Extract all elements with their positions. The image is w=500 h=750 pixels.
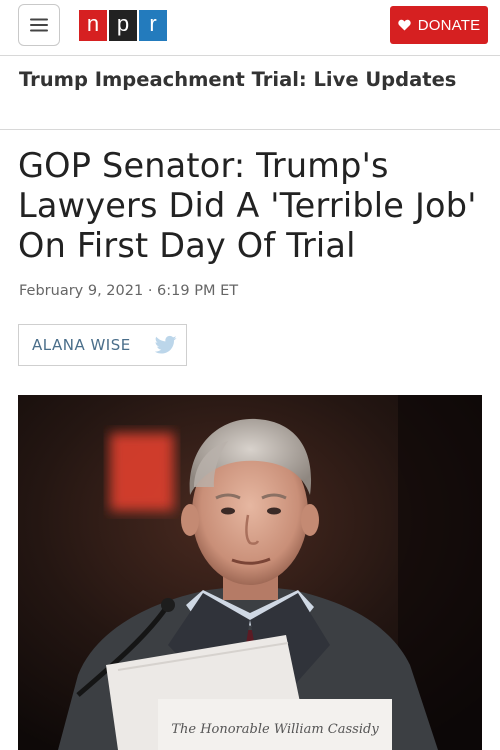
logo-letter-p: p [109,10,137,41]
article-headline: GOP Senator: Trump's Lawyers Did A 'Terr… [18,146,477,265]
article-photo[interactable]: The Honorable William Cassidy [18,395,482,750]
npr-logo[interactable]: n p r [79,10,169,41]
section-title-link[interactable]: Trump Impeachment Trial: Live Updates [19,68,479,92]
article-dateline: February 9, 2021 · 6:19 PM ET [19,283,239,299]
name-placard-text: The Honorable William Cassidy [171,722,379,737]
author-name[interactable]: ALANA WISE [32,336,131,354]
logo-letter-n: n [79,10,107,41]
donate-button[interactable]: DONATE [390,6,488,44]
section-bar: Trump Impeachment Trial: Live Updates [0,56,500,130]
author-byline[interactable]: ALANA WISE [18,324,187,366]
heart-icon [398,19,411,31]
site-header: n p r DONATE [0,0,500,56]
menu-button[interactable] [18,4,60,46]
logo-letter-r: r [139,10,167,41]
donate-label: DONATE [417,16,481,34]
twitter-bird-icon[interactable] [155,335,177,355]
hamburger-menu-icon [30,18,48,32]
